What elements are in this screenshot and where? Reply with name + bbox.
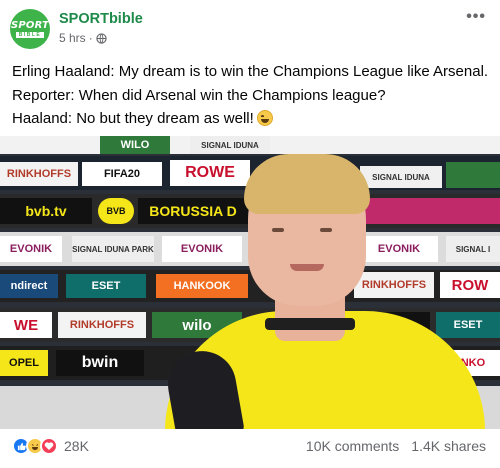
sponsor-board: ndirect	[0, 274, 58, 298]
page-avatar[interactable]: SPORT BIBLE	[10, 9, 50, 49]
sponsor-board: HANKOOK	[156, 274, 248, 298]
sponsor-board: SIGNAL IDUNA	[190, 136, 270, 154]
laughing-face-emoji	[256, 110, 273, 126]
post-photo[interactable]: WILO SIGNAL IDUNA RINKHOFFS FIFA20 ROWE …	[0, 136, 500, 429]
sponsor-board: OPEL	[0, 350, 48, 376]
sponsor-board: BORUSSIA D	[138, 198, 248, 224]
sponsor-board: ESET	[436, 312, 500, 338]
player-hair	[244, 154, 370, 214]
sponsor-row: WILO SIGNAL IDUNA	[0, 136, 500, 154]
meta-separator: ·	[88, 31, 93, 45]
sponsor-row: ndirect ESET HANKOOK RINKHOFFS ROW	[0, 270, 500, 302]
comments-count-link[interactable]: 10K comments	[306, 438, 399, 454]
globe-icon	[96, 32, 107, 44]
sponsor-board-fill	[446, 162, 500, 188]
sponsor-board: bvb.tv	[0, 198, 92, 224]
engagement-stats: 10K comments 1.4K shares	[306, 438, 486, 454]
sponsor-board: WE	[0, 312, 52, 338]
sponsor-board: SIGNAL IDUNA	[360, 166, 442, 188]
avatar-logo-text: SPORT	[10, 19, 50, 31]
more-options-icon[interactable]: •••	[466, 8, 486, 26]
sponsor-board-fill	[360, 198, 500, 224]
sponsor-board: EVONIK	[360, 236, 438, 262]
player-eye	[272, 228, 284, 232]
sponsor-board: WILO	[100, 136, 170, 154]
reactions-summary[interactable]: 28K	[12, 437, 89, 455]
post-meta: 5 hrs ·	[59, 31, 107, 45]
post-text: Erling Haaland: My dream is to win the C…	[12, 60, 492, 131]
sponsor-board: RINKHOFFS	[354, 272, 434, 298]
post-text-line: Reporter: When did Arsenal win the Champ…	[12, 86, 386, 104]
sponsor-board: bwin	[56, 350, 144, 376]
facebook-post: SPORT BIBLE SPORTbible 5 hrs · ••• Erlin…	[0, 0, 500, 468]
post-text-line: Haaland: No but they dream as well!	[12, 107, 492, 131]
sponsor-board: ESET	[66, 274, 146, 298]
post-text-line: Erling Haaland: My dream is to win the C…	[12, 63, 489, 80]
post-time[interactable]: 5 hrs	[59, 31, 86, 45]
sponsor-board: EVONIK	[0, 236, 62, 262]
sponsor-board: RINKHOFFS	[58, 312, 146, 338]
sponsor-board: BVB	[98, 198, 134, 224]
reaction-count: 28K	[64, 438, 89, 454]
player-eye	[320, 228, 332, 232]
player-mouth	[290, 264, 324, 271]
avatar-logo-subtext: BIBLE	[15, 31, 45, 38]
page-name-link[interactable]: SPORTbible	[59, 11, 143, 27]
sponsor-board: SIGNAL I	[446, 236, 500, 262]
sponsor-board: ROW	[440, 272, 500, 298]
shares-count-link[interactable]: 1.4K shares	[411, 438, 486, 454]
sponsor-board: EVONIK	[162, 236, 242, 262]
sponsor-board: RINKHOFFS	[0, 162, 78, 186]
sponsor-board: FIFA20	[82, 162, 162, 186]
love-reaction-icon	[40, 437, 58, 455]
sponsor-board: ROWE	[170, 160, 250, 186]
jersey-collar	[265, 318, 355, 330]
sponsor-board: SIGNAL IDUNA PARK	[72, 236, 154, 262]
post-text-line-content: Haaland: No but they dream as well!	[12, 110, 254, 127]
